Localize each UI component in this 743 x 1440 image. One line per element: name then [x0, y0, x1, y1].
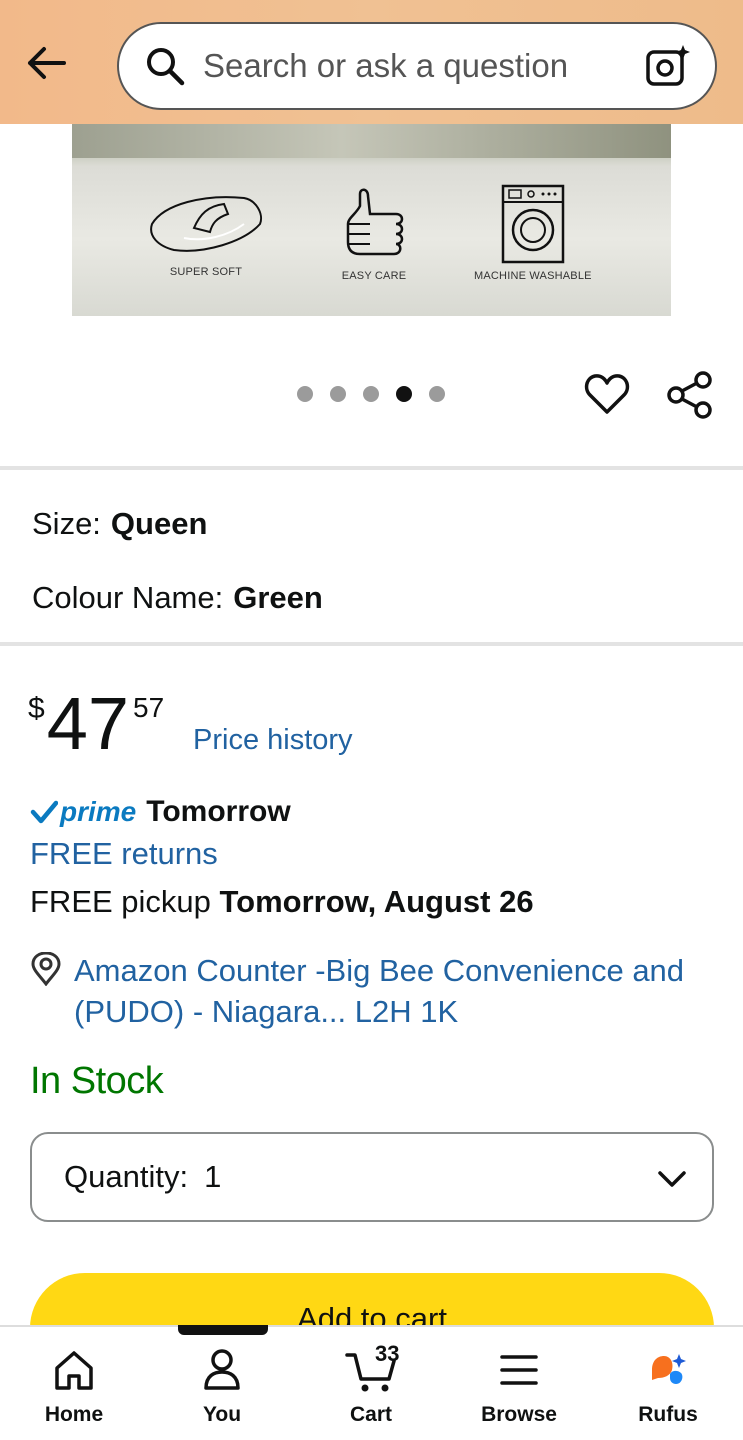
person-icon	[204, 1349, 240, 1390]
size-value: Queen	[110, 506, 208, 541]
pickup-date: Tomorrow, August 26	[219, 884, 534, 919]
nav-rufus[interactable]: Rufus	[608, 1345, 728, 1427]
washing-machine-icon	[501, 184, 565, 264]
feature-label: MACHINE WASHABLE	[474, 270, 592, 282]
menu-icon	[500, 1355, 538, 1385]
back-button[interactable]	[18, 38, 74, 88]
carousel-dot[interactable]	[297, 386, 313, 402]
price-whole: 47	[46, 682, 129, 765]
size-label: Size:	[32, 506, 101, 541]
search-input[interactable]: Search or ask a question	[203, 47, 643, 85]
quantity-select[interactable]: Quantity: 1	[30, 1132, 714, 1222]
carousel-dot-active[interactable]	[396, 386, 412, 402]
arrow-left-icon	[28, 47, 66, 79]
section-divider	[0, 642, 743, 646]
price-currency: $	[28, 692, 45, 725]
prime-logo: prime	[60, 796, 137, 827]
nav-label: You	[202, 1403, 242, 1426]
location-pin-icon	[31, 952, 61, 986]
active-tab-indicator	[178, 1325, 268, 1335]
chevron-down-icon	[658, 1171, 686, 1187]
pickup-location[interactable]: Amazon Counter -Big Bee Convenience and …	[30, 950, 694, 1032]
pickup-prefix: FREE pickup	[30, 884, 211, 919]
nav-you[interactable]: You	[162, 1345, 282, 1427]
colour-row[interactable]: Colour Name: Green	[32, 580, 323, 616]
camera-icon[interactable]	[643, 41, 693, 91]
pickup-info: FREE pickup Tomorrow, August 26	[30, 884, 534, 920]
check-icon	[30, 800, 58, 824]
nav-label: Browse	[481, 1403, 557, 1426]
section-divider	[0, 466, 743, 470]
pickup-location-link[interactable]: Amazon Counter -Big Bee Convenience and …	[74, 950, 694, 1032]
quantity-label: Quantity:	[64, 1159, 189, 1194]
bottom-nav: Home You 33 Cart Browse Rufus	[0, 1325, 743, 1440]
thumbs-up-icon	[346, 188, 404, 256]
feature-machine-washable: MACHINE WASHABLE	[474, 184, 592, 282]
feature-label: EASY CARE	[341, 270, 407, 282]
carousel-dot[interactable]	[363, 386, 379, 402]
feature-label: SUPER SOFT	[169, 266, 243, 278]
home-icon	[55, 1351, 93, 1390]
nav-label: Home	[44, 1403, 104, 1426]
fabric-fold	[72, 124, 671, 158]
price: $ 47 57	[28, 684, 164, 764]
search-bar[interactable]: Search or ask a question	[117, 22, 717, 110]
colour-value: Green	[233, 580, 323, 615]
share-button[interactable]	[665, 370, 715, 420]
nav-cart[interactable]: 33 Cart	[311, 1341, 431, 1427]
size-row[interactable]: Size: Queen	[32, 506, 207, 542]
share-icon	[667, 371, 712, 419]
hand-pillow-icon	[150, 196, 262, 252]
search-icon	[143, 44, 187, 88]
nav-label: Cart	[349, 1403, 392, 1426]
price-fraction: 57	[133, 692, 165, 723]
colour-label: Colour Name:	[32, 580, 224, 615]
price-history-link[interactable]: Price history	[193, 724, 353, 757]
nav-label: Rufus	[638, 1403, 698, 1426]
quantity-value: 1	[204, 1159, 222, 1194]
carousel-dot[interactable]	[429, 386, 445, 402]
feature-easy-care: EASY CARE	[330, 184, 418, 282]
heart-icon	[584, 374, 630, 414]
cart-count-badge: 33	[375, 1341, 400, 1366]
feature-super-soft: SUPER SOFT	[144, 184, 268, 278]
stock-status: In Stock	[30, 1060, 164, 1102]
rufus-icon	[652, 1354, 686, 1384]
nav-home[interactable]: Home	[14, 1345, 134, 1427]
carousel-dots	[297, 386, 445, 402]
carousel-dot[interactable]	[330, 386, 346, 402]
wishlist-button[interactable]	[583, 370, 631, 418]
prime-delivery-date: Tomorrow	[146, 795, 291, 828]
product-image[interactable]: SUPER SOFT EASY CARE MACHINE WASHABLE	[72, 124, 671, 316]
free-returns-link[interactable]: FREE returns	[30, 836, 218, 872]
prime-delivery: prime Tomorrow	[30, 795, 291, 829]
nav-browse[interactable]: Browse	[459, 1345, 579, 1427]
top-header: Search or ask a question	[0, 0, 743, 124]
